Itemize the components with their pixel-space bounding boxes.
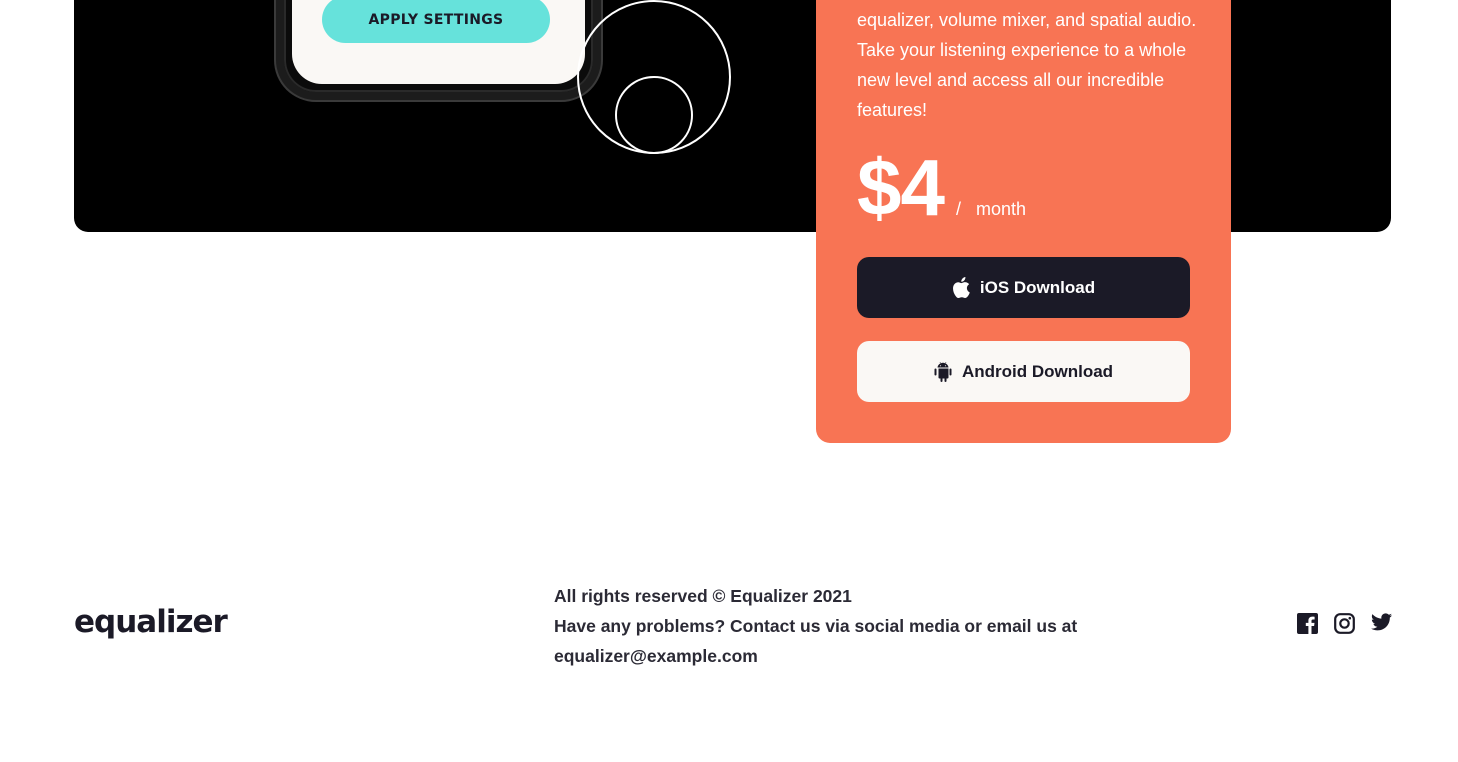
contact-text: Have any problems? Contact us via social…: [554, 616, 1078, 666]
android-download-button[interactable]: Android Download: [857, 341, 1190, 402]
twitter-icon[interactable]: [1371, 613, 1393, 635]
social-links: [1297, 613, 1393, 635]
pricing-card: equalizer, volume mixer, and spatial aud…: [816, 0, 1231, 443]
price-amount: $4: [857, 143, 945, 232]
footer-logo[interactable]: equalizer: [74, 604, 228, 640]
ios-download-label: iOS Download: [979, 277, 1096, 297]
decorative-circles: [577, 0, 731, 154]
price-period: / month: [956, 199, 1026, 220]
android-download-label: Android Download: [961, 361, 1114, 381]
instagram-icon[interactable]: [1334, 613, 1356, 635]
price-row: $4 / month: [857, 148, 1026, 228]
price-separator: /: [955, 199, 961, 219]
facebook-icon[interactable]: [1297, 613, 1319, 635]
copyright-text: All rights reserved © Equalizer 2021: [554, 586, 852, 606]
price-period-label: month: [976, 199, 1027, 219]
android-icon: [934, 361, 952, 382]
apply-settings-button[interactable]: APPLY SETTINGS: [322, 0, 550, 43]
ios-download-button[interactable]: iOS Download: [857, 257, 1190, 318]
apple-icon: [952, 277, 970, 298]
footer-text: All rights reserved © Equalizer 2021 Hav…: [554, 581, 1114, 671]
pricing-description: equalizer, volume mixer, and spatial aud…: [857, 10, 1197, 120]
